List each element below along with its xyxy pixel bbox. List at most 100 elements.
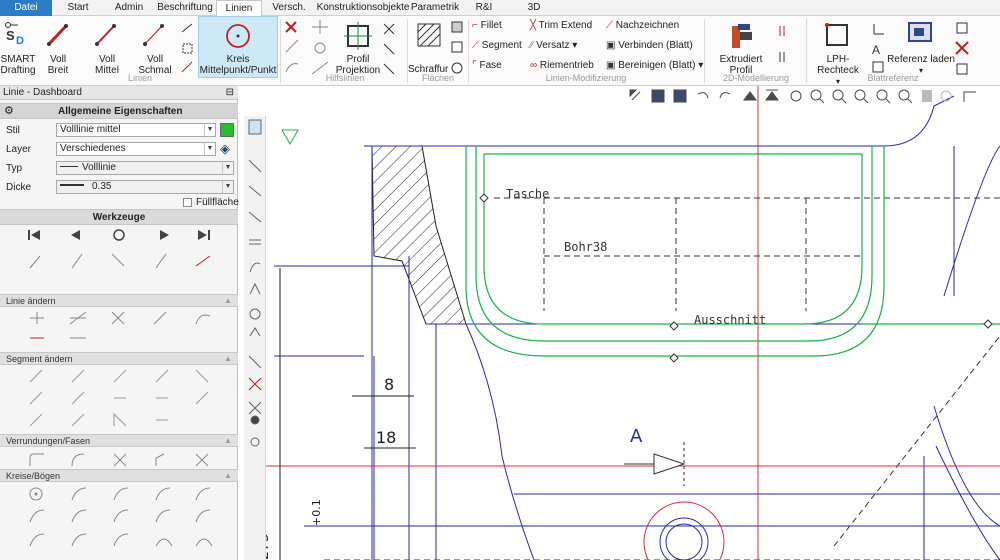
group-blattreferenz: Blattreferenz	[867, 73, 919, 83]
trace-icon: ⟋	[606, 20, 613, 31]
label-ausschnitt: Ausschnitt	[694, 313, 766, 327]
ribbon-separator	[468, 19, 469, 83]
collapse-icon: ▲	[224, 296, 232, 305]
dim-18: 18	[376, 428, 396, 447]
verrundungen-label: Verrundungen/Fasen	[6, 436, 91, 446]
dicke-select[interactable]: 0.35 ▼	[56, 180, 234, 194]
group-flaechen: Flächen	[421, 73, 455, 83]
trim-extend-button[interactable]: ╳ Trim Extend	[530, 20, 600, 31]
verbinden-label: Verbinden (Blatt)	[618, 40, 693, 51]
line-wide-icon	[47, 24, 68, 46]
tab-linien[interactable]: Linien	[216, 0, 262, 17]
section-label-a: A	[630, 426, 643, 447]
view-toolbar	[620, 86, 1000, 108]
chevron-down-icon: ▼	[204, 124, 215, 136]
smart-drafting-icon: S D	[5, 22, 24, 46]
stil-value: Volllinie mittel	[60, 124, 121, 135]
model-options-icons[interactable]	[776, 22, 800, 72]
trim-icon: ╳	[530, 20, 537, 31]
tab-parametrik[interactable]: Parametrik	[410, 0, 460, 16]
section-segment-aendern[interactable]: Segment ändern ▲	[0, 352, 238, 365]
thickness-preview	[60, 184, 84, 186]
section-verrundungen[interactable]: Verrundungen/Fasen ▲	[0, 434, 238, 447]
section-werkzeuge[interactable]: Werkzeuge	[0, 209, 238, 225]
line-thin-icon	[143, 24, 164, 46]
stil-select[interactable]: Volllinie mittel ▼	[56, 123, 216, 137]
profile-options-icons[interactable]	[380, 20, 404, 76]
layer-select[interactable]: Verschiedenes ▼	[56, 142, 216, 156]
segment-aendern-label: Segment ändern	[6, 354, 73, 364]
svg-text:S: S	[6, 28, 15, 43]
tab-datei[interactable]: Datei	[0, 0, 52, 16]
profil-label-1: Profil	[346, 54, 370, 65]
verrundungen-tools[interactable]	[20, 450, 220, 468]
view-toolbar-icons[interactable]	[620, 86, 1000, 108]
group-2d-modellierung: 2D-Modellierung	[722, 73, 790, 83]
pin-icon[interactable]: ⊟	[226, 86, 234, 100]
chevron-down-icon: ▼	[222, 162, 233, 174]
werkzeuge-tools[interactable]	[20, 250, 220, 270]
smart-label-1: SMART	[0, 54, 36, 65]
vertical-tool-icons[interactable]	[244, 116, 266, 560]
group-linien-modifizierung: Linien-Modifizierung	[545, 73, 627, 83]
tab-admin[interactable]: Admin	[110, 0, 148, 16]
section-kreise-boegen[interactable]: Kreise/Bögen ▲	[0, 469, 238, 482]
segment-label: Segment	[481, 40, 522, 51]
bereinigen-button[interactable]: ▣ Bereinigen (Blatt) ▾	[606, 60, 706, 71]
hatched-section	[371, 145, 467, 325]
verbinden-button[interactable]: ▣ Verbinden (Blatt)	[606, 40, 706, 51]
tab-3d[interactable]: 3D	[524, 0, 544, 16]
tab-konstruktionsobjekte[interactable]: Konstruktionsobjekte	[316, 0, 410, 16]
tab-start[interactable]: Start	[58, 0, 98, 16]
layer-label: Layer	[6, 144, 32, 155]
tab-beschriftung[interactable]: Beschriftung	[156, 0, 214, 16]
layers-icon[interactable]: ◈	[220, 141, 230, 157]
segment-aendern-tools[interactable]	[20, 368, 220, 432]
reference-side-icons[interactable]	[954, 20, 972, 80]
line-dashboard-panel: Linie - Dashboard ⊟ ⚙ Allgemeine Eigensc…	[0, 86, 239, 560]
werkzeuge-nav[interactable]	[20, 228, 220, 242]
area-options-icons[interactable]	[450, 20, 466, 80]
color-swatch[interactable]	[220, 123, 234, 137]
fillet-label: Fillet	[480, 20, 502, 31]
label-bohr38: Bohr38	[564, 240, 607, 254]
collapse-icon: ▲	[224, 354, 232, 363]
fillet-icon: ⌐	[472, 20, 478, 31]
ribbon-separator	[704, 19, 705, 83]
drawing-canvas[interactable]: 8 18 275 +0.1 A Tasche Bohr38 Ausschnitt	[244, 86, 1000, 560]
kreise-tools[interactable]	[20, 484, 220, 554]
belt-icon: ∞	[530, 60, 538, 71]
label-tasche: Tasche	[506, 187, 549, 201]
typ-label: Typ	[6, 163, 23, 174]
nachzeichnen-button[interactable]: ⟋ Nachzeichnen	[606, 20, 702, 31]
versatz-button[interactable]: ∕∕ Versatz ▾	[530, 40, 600, 51]
construction-line-icons[interactable]	[282, 18, 338, 78]
layer-value: Verschiedenes	[60, 143, 126, 154]
load-reference-icon	[908, 22, 932, 42]
tab-ri[interactable]: R&I	[470, 0, 498, 16]
dim-tolerance: +0.1	[310, 499, 323, 526]
group-hilfslinien: Hilfslinien	[325, 73, 365, 83]
technical-drawing[interactable]: 8 18 275 +0.1 A Tasche Bohr38 Ausschnitt	[244, 86, 1000, 560]
segment-button[interactable]: ⟋ Segment	[472, 40, 532, 51]
ribbon-separator	[806, 19, 807, 83]
section-linie-aendern[interactable]: Linie ändern ▲	[0, 294, 238, 307]
line-options-icons[interactable]	[180, 22, 196, 78]
fase-button[interactable]: ⌜ Fase	[472, 60, 532, 71]
fase-icon: ⌜	[472, 60, 477, 71]
fillet-button[interactable]: ⌐ Fillet	[472, 20, 532, 31]
tab-versch[interactable]: Versch.	[268, 0, 310, 16]
fuellflaeche-checkbox[interactable]	[183, 198, 192, 207]
linie-aendern-tools[interactable]	[20, 310, 220, 346]
hatch-icon	[417, 23, 441, 47]
bore-circle	[643, 501, 725, 560]
werkzeuge-label: Werkzeuge	[92, 212, 146, 223]
segment-icon: ⟋	[472, 40, 479, 51]
typ-select[interactable]: Volllinie ▼	[56, 161, 234, 175]
trim-label: Trim Extend	[538, 20, 593, 31]
riemen-label: Riementrieb	[539, 60, 594, 71]
join-icon: ▣	[606, 40, 616, 51]
section-general[interactable]: ⚙ Allgemeine Eigenschaften	[0, 103, 238, 119]
panel-title-text: Linie - Dashboard	[3, 87, 82, 98]
riementrieb-button[interactable]: ∞ Riementrieb	[530, 60, 600, 71]
